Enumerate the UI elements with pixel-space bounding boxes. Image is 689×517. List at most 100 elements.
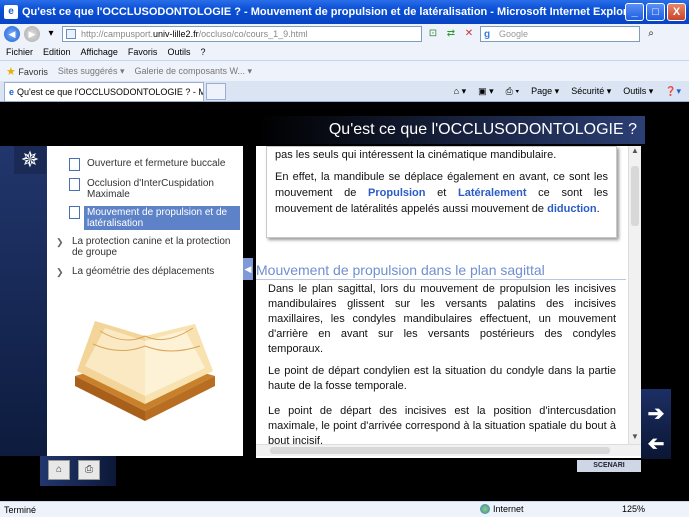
left-strip	[0, 146, 47, 456]
new-tab-button[interactable]	[206, 82, 226, 100]
print-icon[interactable]: ⎙ ▾	[506, 86, 519, 97]
nav-label: La protection canine et la protection de…	[72, 236, 231, 258]
url-suffix: /occluso/co/cours_1_9.html	[198, 29, 308, 39]
paragraph-3: Le point de départ des incisives est la …	[268, 405, 616, 447]
nav-item-ouverture[interactable]: Ouverture et fermeture buccale	[69, 158, 237, 171]
hscroll-thumb[interactable]	[270, 447, 610, 454]
favorites-bar: ★ Favoris Sites suggérés ▾ Galerie de co…	[0, 61, 689, 81]
home-page-icon[interactable]: ⌂	[48, 460, 70, 480]
next-arrow-icon[interactable]: ➔	[644, 402, 668, 426]
previous-arrow-icon[interactable]: ➔	[644, 432, 668, 456]
security-zone: Internet	[480, 504, 524, 514]
paragraph-1: Dans le plan sagittal, lors du mouvement…	[268, 283, 616, 355]
tab-label: Qu'est ce que l'OCCLUSODONTOLOGIE ? - Mo…	[17, 86, 203, 97]
forward-button[interactable]: ▶	[24, 26, 40, 42]
book-illustration-area	[47, 286, 243, 456]
nav-pane: Ouverture et fermeture buccale Occlusion…	[47, 146, 243, 286]
nav-label: Occlusion d'InterCuspidation Maximale	[87, 178, 214, 200]
status-bar: Terminé Internet 125%	[0, 501, 689, 517]
favorites-button[interactable]: ★ Favoris	[6, 65, 48, 78]
url-domain: univ-lille2.fr	[153, 29, 199, 39]
nav-item-protection[interactable]: ❯ La protection canine et la protection …	[56, 236, 237, 258]
tab-current[interactable]: e Qu'est ce que l'OCCLUSODONTOLOGIE ? - …	[4, 81, 204, 101]
url-input[interactable]: http://campusport.univ-lille2.fr/occluso…	[62, 26, 422, 42]
document-icon	[69, 206, 80, 219]
status-text: Terminé	[4, 504, 37, 515]
box-paragraph-2: En effet, la mandibule se déplace égalem…	[275, 169, 608, 217]
search-icon[interactable]: ⌕	[644, 27, 658, 41]
address-bar: ◀ ▶ ▾ http://campusport.univ-lille2.fr/o…	[0, 24, 689, 44]
compat-icon[interactable]: ⊡	[426, 27, 440, 41]
section-title: Mouvement de propulsion dans le plan sag…	[256, 262, 626, 280]
box-paragraph-1: pas les seuls qui intéressent la cinémat…	[275, 149, 557, 161]
chevron-right-icon: ❯	[56, 267, 64, 277]
zoom-level[interactable]: 125%	[622, 504, 645, 514]
minimize-button[interactable]: _	[625, 3, 644, 21]
favorites-label: Favoris	[18, 66, 48, 77]
chevron-right-icon: ❯	[56, 237, 64, 247]
url-prefix: http://campusport.	[81, 29, 154, 39]
dropdown-icon[interactable]: ▾	[44, 27, 58, 41]
page-icon	[66, 29, 76, 39]
vertical-scrollbar[interactable]: ▲ ▼	[628, 146, 641, 444]
back-button[interactable]: ◀	[4, 26, 20, 42]
cmd-outils[interactable]: Outils ▾	[623, 86, 653, 97]
box-text: .	[596, 203, 600, 215]
nav-label: La géométrie des déplacements	[72, 266, 215, 277]
close-button[interactable]: X	[667, 3, 686, 21]
zone-label: Internet	[493, 504, 524, 514]
print-page-icon[interactable]: ⎙	[78, 460, 100, 480]
page-header: Qu'est ce que l'OCCLUSODONTOLOGIE ?	[0, 116, 645, 144]
horizontal-scrollbar[interactable]	[256, 444, 641, 456]
search-placeholder: Google	[499, 29, 529, 39]
menu-favoris[interactable]: Favoris	[128, 47, 158, 57]
book-icon	[75, 321, 215, 421]
collapse-nav-button[interactable]: ◀	[243, 258, 253, 280]
scroll-down-icon[interactable]: ▼	[629, 432, 641, 444]
maximize-button[interactable]: □	[646, 3, 665, 21]
nav-label: Ouverture et fermeture buccale	[87, 158, 226, 169]
search-input[interactable]: g Google	[480, 26, 640, 42]
help-icon[interactable]: ❓▾	[665, 86, 681, 97]
document-icon	[69, 178, 80, 191]
star-icon: ★	[6, 65, 16, 78]
term-propulsion: Propulsion	[368, 187, 426, 199]
nav-label: Mouvement de propulsion et de latéralisa…	[87, 207, 228, 229]
menu-affichage[interactable]: Affichage	[81, 47, 118, 57]
window-title: Qu'est ce que l'OCCLUSODONTOLOGIE ? - Mo…	[22, 6, 625, 18]
scroll-thumb[interactable]	[631, 166, 639, 226]
ie-icon: e	[4, 5, 18, 19]
google-icon: g	[484, 29, 491, 40]
box-text: et	[425, 187, 459, 199]
menu-outils[interactable]: Outils	[167, 47, 190, 57]
page-content: Qu'est ce que l'OCCLUSODONTOLOGIE ? ✵ Ou…	[0, 102, 689, 501]
info-box: pas les seuls qui intéressent la cinémat…	[266, 146, 617, 238]
menu-bar: Fichier Edition Affichage Favoris Outils…	[0, 44, 689, 61]
main-content: pas les seuls qui intéressent la cinémat…	[256, 146, 641, 458]
paragraph-2: Le point de départ condylien est la situ…	[268, 365, 616, 392]
fav-item-suggested[interactable]: Sites suggérés ▾	[58, 66, 125, 77]
term-diduction: diduction	[547, 203, 597, 215]
scenari-logo: SCENARI	[577, 460, 641, 472]
document-icon	[69, 158, 80, 171]
home-icon[interactable]: ⌂ ▾	[454, 86, 466, 97]
tab-bar: e Qu'est ce que l'OCCLUSODONTOLOGIE ? - …	[0, 81, 689, 102]
nav-item-geometrie[interactable]: ❯ La géométrie des déplacements	[56, 266, 237, 277]
menu-edition[interactable]: Edition	[43, 47, 71, 57]
feeds-icon[interactable]: ▣ ▾	[478, 86, 494, 97]
cmd-securite[interactable]: Sécurité ▾	[571, 86, 611, 97]
refresh-icon[interactable]: ⇄	[444, 27, 458, 41]
cmd-page[interactable]: Page ▾	[531, 86, 559, 97]
stop-icon[interactable]: ✕	[462, 27, 476, 41]
tab-ie-icon: e	[9, 86, 15, 97]
nav-item-occlusion[interactable]: Occlusion d'InterCuspidation Maximale	[69, 178, 237, 200]
menu-fichier[interactable]: Fichier	[6, 47, 33, 57]
term-lateralement: Latéralement	[458, 187, 527, 199]
globe-icon	[480, 504, 490, 514]
scroll-up-icon[interactable]: ▲	[629, 146, 641, 158]
menu-help[interactable]: ?	[200, 47, 205, 57]
fav-item-gallery[interactable]: Galerie de composants W... ▾	[134, 66, 252, 77]
nav-item-propulsion[interactable]: Mouvement de propulsion et de latéralisa…	[69, 206, 240, 230]
window-titlebar: e Qu'est ce que l'OCCLUSODONTOLOGIE ? - …	[0, 0, 689, 24]
star-logo-icon: ✵	[14, 146, 46, 174]
